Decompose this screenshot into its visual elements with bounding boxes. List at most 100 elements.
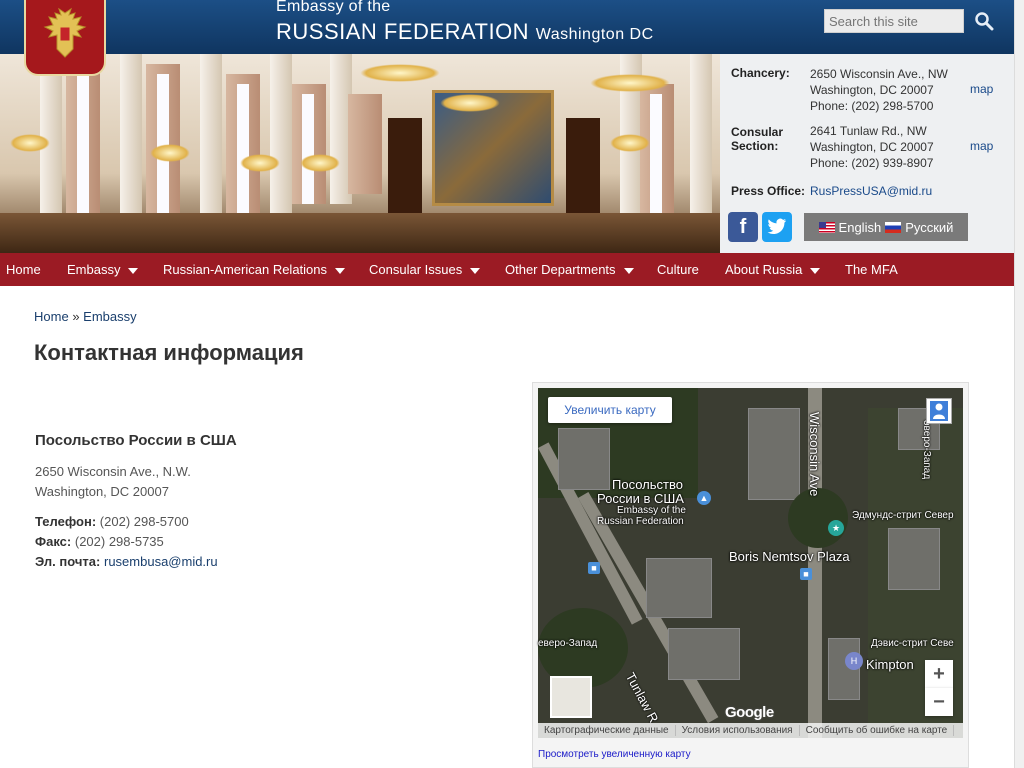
press-email-link[interactable]: RusPressUSA@mid.ru: [810, 184, 932, 198]
consular-address: 2641 Tunlaw Rd., NW Washington, DC 20007…: [810, 123, 934, 171]
nav-item-label: Embassy: [67, 262, 121, 277]
site-title-line2: RUSSIAN FEDERATION Washington DC: [276, 19, 654, 45]
facebook-link[interactable]: f: [728, 212, 758, 242]
search-icon: [975, 12, 994, 31]
phone-value: (202) 298-5700: [99, 514, 189, 529]
chancery-address-line1: 2650 Wisconsin Ave., NW: [810, 67, 948, 81]
press-office-label: Press Office:: [731, 184, 806, 198]
site-title-city: Washington DC: [535, 26, 654, 43]
nav-item-culture[interactable]: Culture: [657, 262, 699, 277]
map-attribution-bar: Картографические данные Условия использо…: [538, 723, 963, 738]
map-label-nemtsov-plaza: Boris Nemtsov Plaza: [729, 549, 850, 564]
embassy-pin-icon[interactable]: ▲: [697, 491, 711, 505]
twitter-icon: [767, 218, 786, 234]
dropdown-caret-icon: [128, 267, 139, 274]
google-logo: Google: [725, 704, 774, 721]
map-label-embassy-ru-2: России в США: [597, 491, 684, 506]
language-switcher: English Русский: [804, 213, 968, 241]
pegman-icon: [930, 401, 948, 421]
page-title: Контактная информация: [34, 340, 304, 365]
nav-item-label: Home: [6, 262, 41, 277]
dropdown-caret-icon: [623, 267, 634, 274]
russia-flag-icon: [885, 221, 902, 233]
hotel-icon[interactable]: H: [845, 652, 863, 670]
fax-label: Факс:: [35, 534, 72, 549]
nav-item-label: Russian-American Relations: [163, 262, 328, 277]
map-terms-link[interactable]: Условия использования: [676, 725, 800, 736]
map-label-wisconsin: Wisconsin Ave: [807, 412, 822, 497]
bus-stop-icon[interactable]: ■: [800, 568, 812, 580]
map-label-severo-zapad-left: еверо-Запад: [538, 638, 598, 649]
nav-item-label: Culture: [657, 262, 699, 277]
phone-label: Телефон:: [35, 514, 97, 529]
breadcrumb-embassy-link[interactable]: Embassy: [83, 309, 136, 324]
email-link[interactable]: rusembusa@mid.ru: [104, 554, 218, 569]
nav-item-consular-issues[interactable]: Consular Issues: [369, 262, 481, 277]
consular-map-link[interactable]: map: [970, 139, 993, 153]
dropdown-caret-icon: [470, 267, 481, 274]
map-label-kimpton: Kimpton: [866, 657, 914, 672]
fax-value: (202) 298-5735: [74, 534, 164, 549]
map-data-credit: Картографические данные: [538, 725, 676, 736]
dropdown-caret-icon: [810, 267, 821, 274]
view-larger-map-link[interactable]: Просмотреть увеличенную карту: [538, 749, 691, 760]
zoom-in-button[interactable]: +: [925, 660, 953, 688]
consular-phone: Phone: (202) 939-8907: [810, 156, 934, 170]
twitter-link[interactable]: [762, 212, 792, 242]
contact-panel: Chancery: 2650 Wisconsin Ave., NW Washin…: [720, 54, 1014, 253]
enlarge-map-button[interactable]: Увеличить карту: [548, 397, 672, 423]
nav-item-label: Consular Issues: [369, 262, 463, 277]
search-button[interactable]: [972, 9, 996, 33]
chancery-label: Chancery:: [731, 66, 790, 80]
chancery-address-line2: Washington, DC 20007: [810, 83, 934, 97]
nav-item-russian-american-relations[interactable]: Russian-American Relations: [163, 262, 346, 277]
hero-banner-image: [0, 54, 720, 253]
search-input[interactable]: [824, 9, 964, 33]
site-title-line1: Embassy of the: [276, 0, 391, 15]
map-label-davis: Дэвис-стрит Севе: [871, 638, 954, 649]
nav-item-embassy[interactable]: Embassy: [67, 262, 139, 277]
nav-item-other-departments[interactable]: Other Departments: [505, 262, 634, 277]
nav-item-home[interactable]: Home: [6, 262, 41, 277]
address-line1: 2650 Wisconsin Ave., N.W.: [35, 464, 191, 479]
logo-link[interactable]: [24, 0, 106, 76]
consular-label-line2: Section:: [731, 139, 779, 153]
site-header: Embassy of the RUSSIAN FEDERATION Washin…: [0, 0, 1014, 54]
breadcrumb: Home » Embassy: [34, 309, 137, 324]
nav-item-label: The MFA: [845, 262, 898, 277]
map-report-error-link[interactable]: Сообщить об ошибке на карте: [800, 725, 955, 736]
phone-row: Телефон: (202) 298-5700: [35, 512, 218, 532]
street-view-button[interactable]: [926, 398, 952, 424]
page-scrollbar[interactable]: [1014, 0, 1024, 768]
chancery-phone: Phone: (202) 298-5700: [810, 99, 934, 113]
us-flag-icon: [818, 221, 835, 233]
map-type-toggle[interactable]: [550, 676, 592, 718]
map-label-embassy-en-2: Russian Federation: [597, 516, 684, 527]
fax-row: Факс: (202) 298-5735: [35, 532, 218, 552]
consular-address-line2: Washington, DC 20007: [810, 140, 934, 154]
language-russian-link[interactable]: Русский: [905, 220, 953, 235]
breadcrumb-home-link[interactable]: Home: [34, 309, 69, 324]
map-label-embassy-ru-1: Посольство: [612, 477, 683, 492]
map-pin-icon[interactable]: ★: [828, 520, 844, 536]
nav-item-label: About Russia: [725, 262, 803, 277]
map-label-embassy-en-1: Embassy of the: [617, 505, 686, 516]
chancery-map-link[interactable]: map: [970, 82, 993, 96]
email-label: Эл. почта:: [35, 554, 101, 569]
dropdown-caret-icon: [335, 267, 346, 274]
map-label-edmunds: Эдмундс-стрит Север: [852, 510, 954, 521]
bus-stop-icon[interactable]: ■: [588, 562, 600, 574]
consular-label-line1: Consular: [731, 125, 784, 139]
map-label-severo-zapad-right: оверо-Запад: [921, 420, 932, 480]
zoom-out-button[interactable]: −: [925, 688, 953, 716]
eagle-crest-icon: [43, 7, 87, 58]
language-english-link[interactable]: English: [839, 220, 882, 235]
chancery-address: 2650 Wisconsin Ave., NW Washington, DC 2…: [810, 66, 948, 114]
nav-item-the-mfa[interactable]: The MFA: [845, 262, 898, 277]
main-nav: Home Embassy Russian-American Relations …: [0, 253, 1014, 286]
nav-item-about-russia[interactable]: About Russia: [725, 262, 821, 277]
consular-address-line1: 2641 Tunlaw Rd., NW: [810, 124, 927, 138]
contact-details: Телефон: (202) 298-5700 Факс: (202) 298-…: [35, 512, 218, 572]
nav-item-label: Other Departments: [505, 262, 616, 277]
address-block: 2650 Wisconsin Ave., N.W. Washington, DC…: [35, 462, 191, 502]
